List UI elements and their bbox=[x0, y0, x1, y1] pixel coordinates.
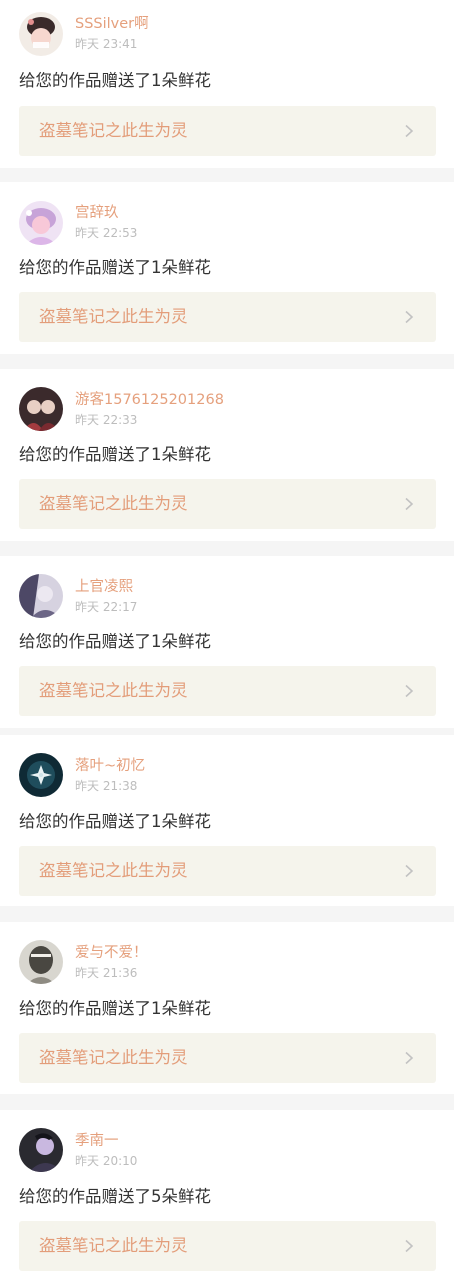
notification-card: 落叶~初忆 昨天 21:38 给您的作品赠送了1朵鲜花 盗墓笔记之此生为灵 bbox=[0, 735, 454, 906]
timestamp: 昨天 22:17 bbox=[75, 600, 138, 614]
work-link[interactable]: 盗墓笔记之此生为灵 bbox=[19, 479, 436, 529]
avatar[interactable] bbox=[19, 387, 63, 431]
chevron-right-icon bbox=[405, 310, 414, 324]
notification-card: 宫辞玖 昨天 22:53 给您的作品赠送了1朵鲜花 盗墓笔记之此生为灵 bbox=[0, 182, 454, 354]
username[interactable]: 季南一 bbox=[75, 1132, 119, 1150]
work-link[interactable]: 盗墓笔记之此生为灵 bbox=[19, 846, 436, 896]
timestamp: 昨天 22:33 bbox=[75, 413, 138, 427]
work-title: 盗墓笔记之此生为灵 bbox=[39, 1236, 188, 1255]
work-title: 盗墓笔记之此生为灵 bbox=[39, 681, 188, 700]
avatar[interactable] bbox=[19, 574, 63, 618]
avatar[interactable] bbox=[19, 753, 63, 797]
chevron-right-icon bbox=[405, 684, 414, 698]
work-title: 盗墓笔记之此生为灵 bbox=[39, 121, 188, 140]
gift-message: 给您的作品赠送了1朵鲜花 bbox=[19, 445, 211, 464]
avatar[interactable] bbox=[19, 12, 63, 56]
username[interactable]: 上官凌熙 bbox=[75, 578, 133, 596]
gift-message: 给您的作品赠送了1朵鲜花 bbox=[19, 812, 211, 831]
chevron-right-icon bbox=[405, 1051, 414, 1065]
timestamp: 昨天 21:38 bbox=[75, 779, 138, 793]
notification-card: 季南一 昨天 20:10 给您的作品赠送了5朵鲜花 盗墓笔记之此生为灵 bbox=[0, 1110, 454, 1280]
avatar[interactable] bbox=[19, 940, 63, 984]
notification-card: 游客1576125201268 昨天 22:33 给您的作品赠送了1朵鲜花 盗墓… bbox=[0, 369, 454, 541]
work-title: 盗墓笔记之此生为灵 bbox=[39, 1048, 188, 1067]
work-link[interactable]: 盗墓笔记之此生为灵 bbox=[19, 666, 436, 716]
gift-message: 给您的作品赠送了5朵鲜花 bbox=[19, 1187, 211, 1206]
username[interactable]: 落叶~初忆 bbox=[75, 757, 145, 775]
work-link[interactable]: 盗墓笔记之此生为灵 bbox=[19, 1033, 436, 1083]
chevron-right-icon bbox=[405, 124, 414, 138]
chevron-right-icon bbox=[405, 864, 414, 878]
gift-message: 给您的作品赠送了1朵鲜花 bbox=[19, 71, 211, 90]
username[interactable]: 宫辞玖 bbox=[75, 204, 119, 222]
chevron-right-icon bbox=[405, 1239, 414, 1253]
avatar[interactable] bbox=[19, 201, 63, 245]
username[interactable]: SSSilver啊 bbox=[75, 15, 149, 33]
timestamp: 昨天 23:41 bbox=[75, 37, 138, 51]
chevron-right-icon bbox=[405, 497, 414, 511]
work-title: 盗墓笔记之此生为灵 bbox=[39, 307, 188, 326]
gift-message: 给您的作品赠送了1朵鲜花 bbox=[19, 258, 211, 277]
work-link[interactable]: 盗墓笔记之此生为灵 bbox=[19, 1221, 436, 1271]
work-link[interactable]: 盗墓笔记之此生为灵 bbox=[19, 292, 436, 342]
username[interactable]: 爱与不爱！ bbox=[75, 944, 148, 962]
username[interactable]: 游客1576125201268 bbox=[75, 391, 224, 409]
timestamp: 昨天 20:10 bbox=[75, 1154, 138, 1168]
gift-message: 给您的作品赠送了1朵鲜花 bbox=[19, 999, 211, 1018]
notification-card: 爱与不爱！ 昨天 21:36 给您的作品赠送了1朵鲜花 盗墓笔记之此生为灵 bbox=[0, 922, 454, 1094]
work-title: 盗墓笔记之此生为灵 bbox=[39, 494, 188, 513]
work-link[interactable]: 盗墓笔记之此生为灵 bbox=[19, 106, 436, 156]
work-title: 盗墓笔记之此生为灵 bbox=[39, 861, 188, 880]
avatar[interactable] bbox=[19, 1128, 63, 1172]
notification-card: SSSilver啊 昨天 23:41 给您的作品赠送了1朵鲜花 盗墓笔记之此生为… bbox=[0, 0, 454, 168]
timestamp: 昨天 22:53 bbox=[75, 226, 138, 240]
timestamp: 昨天 21:36 bbox=[75, 966, 138, 980]
gift-message: 给您的作品赠送了1朵鲜花 bbox=[19, 632, 211, 651]
notification-card: 上官凌熙 昨天 22:17 给您的作品赠送了1朵鲜花 盗墓笔记之此生为灵 bbox=[0, 556, 454, 728]
